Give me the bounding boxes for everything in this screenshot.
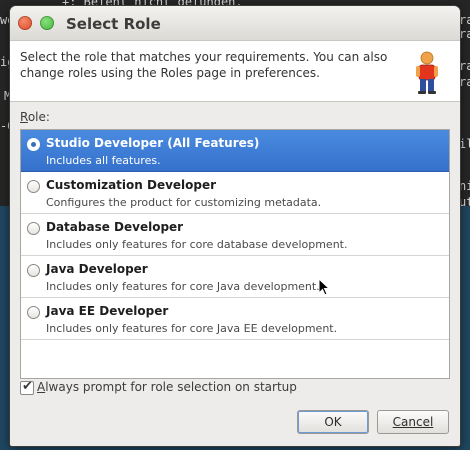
terminal-line: ra	[459, 27, 470, 41]
role-list[interactable]: Studio Developer (All Features) Includes…	[20, 129, 450, 379]
radio-button[interactable]	[27, 264, 40, 277]
person-icon	[416, 51, 438, 94]
role-name: Customization Developer	[46, 178, 217, 192]
role-description: Includes all features.	[46, 154, 161, 167]
role-description: Includes only features for core Java dev…	[46, 280, 320, 293]
dialog-description: Select the role that matches your requir…	[20, 50, 388, 80]
always-prompt-label[interactable]: Always prompt for role selection on star…	[37, 380, 297, 394]
terminal-line: il	[459, 137, 470, 151]
terminal-line: ra	[459, 75, 470, 89]
close-icon[interactable]	[18, 16, 32, 30]
role-name: Java EE Developer	[46, 304, 169, 318]
role-name: Database Developer	[46, 220, 184, 234]
radio-selected-icon[interactable]	[27, 138, 40, 151]
terminal-line: ra	[459, 59, 470, 73]
role-description: Includes only features for core Java EE …	[46, 322, 338, 335]
cancel-button[interactable]: Cancel	[377, 410, 449, 434]
dialog-titlebar[interactable]: Select Role	[10, 6, 460, 41]
radio-button[interactable]	[27, 222, 40, 235]
mouse-cursor-icon	[318, 278, 330, 296]
role-label: Role:	[20, 110, 50, 124]
terminal-line: ut	[459, 195, 470, 209]
ok-button[interactable]: OK	[297, 410, 369, 434]
role-item-customization-developer[interactable]: Customization Developer Configures the p…	[21, 172, 449, 214]
radio-button[interactable]	[27, 180, 40, 193]
role-item-database-developer[interactable]: Database Developer Includes only feature…	[21, 214, 449, 256]
select-role-dialog: Select Role Select the role that matches…	[10, 6, 460, 446]
role-name: Studio Developer (All Features)	[46, 136, 260, 150]
checkmark-icon: ✔	[22, 379, 33, 394]
role-description: Includes only features for core database…	[46, 238, 348, 251]
dialog-title: Select Role	[66, 15, 161, 33]
role-item-java-ee-developer[interactable]: Java EE Developer Includes only features…	[21, 298, 449, 340]
role-name: Java Developer	[46, 262, 148, 276]
dialog-header: Select the role that matches your requir…	[10, 41, 460, 102]
role-description: Configures the product for customizing m…	[46, 196, 322, 209]
radio-button[interactable]	[27, 306, 40, 319]
role-item-studio-developer[interactable]: Studio Developer (All Features) Includes…	[21, 130, 449, 172]
terminal-line: ni	[459, 179, 470, 193]
always-prompt-checkbox[interactable]: ✔	[20, 379, 34, 395]
maximize-icon[interactable]	[40, 16, 54, 30]
role-item-java-developer[interactable]: Java Developer Includes only features fo…	[21, 256, 449, 298]
